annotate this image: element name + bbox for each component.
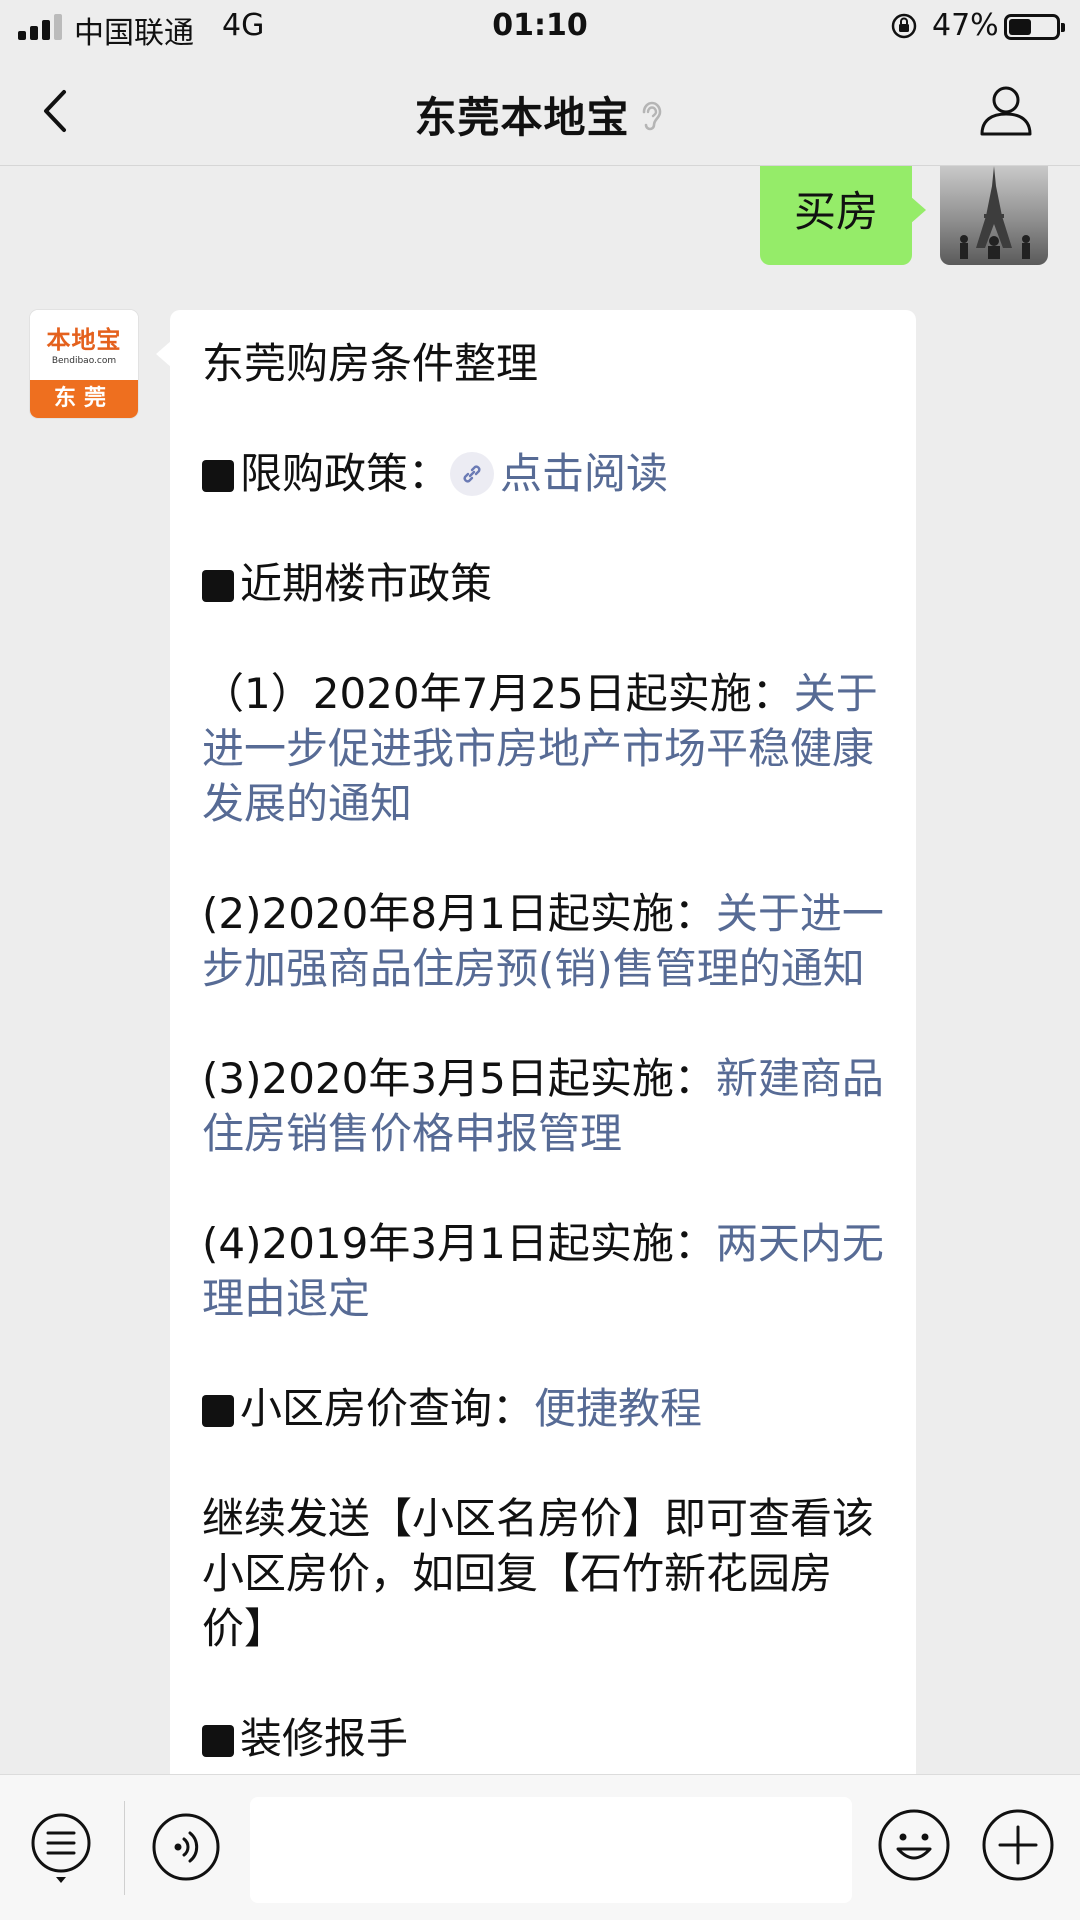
chat-title-text: 东莞本地宝 (414, 93, 630, 142)
black-square-bullet-icon (202, 1725, 234, 1757)
orientation-lock-icon (891, 13, 917, 39)
purchase-policy-label: 限购政策： (240, 449, 451, 498)
bendibao-logo: 本地宝 Bendibao.com (30, 310, 138, 380)
battery-percentage: 47% (932, 8, 999, 43)
policy-item-prefix: (3)2020年3月5日起实施： (202, 1054, 716, 1103)
policy-item: （1）2020年7月25日起实施：关于进一步促进我市房地产市场平稳健康发展的通知 (202, 666, 884, 831)
price-query-link[interactable]: 便捷教程 (534, 1384, 702, 1433)
policy-item: (4)2019年3月1日起实施：两天内无理由退定 (202, 1216, 884, 1326)
recent-policy-heading: 近期楼市政策 (202, 556, 884, 611)
chat-title: 东莞本地宝 (0, 84, 1080, 145)
recent-policy-heading-text: 近期楼市政策 (240, 559, 493, 608)
voice-icon[interactable] (150, 1811, 222, 1883)
logo-brand-name: 本地宝 (46, 326, 122, 354)
chat-area[interactable]: 买房 本地宝 Bendibao.com 东莞 东莞购房条件整理 限购政策： 点击阅… (0, 166, 1080, 1774)
policy-item-prefix: （1）2020年7月25日起实施： (202, 669, 794, 718)
policy-item-prefix: (4)2019年3月1日起实施： (202, 1219, 716, 1268)
ear-icon (642, 101, 661, 131)
policy-item-prefix: (2)2020年8月1日起实施： (202, 889, 716, 938)
black-square-bullet-icon (202, 570, 234, 602)
emoji-icon[interactable] (876, 1807, 952, 1883)
input-bar-divider (124, 1801, 125, 1895)
policy-item: (2)2020年8月1日起实施：关于进一步加强商品住房预(销)售管理的通知 (202, 886, 884, 996)
message-title: 东莞购房条件整理 (202, 339, 539, 388)
profile-icon[interactable] (978, 82, 1034, 138)
bot-message-bubble[interactable]: 东莞购房条件整理 限购政策： 点击阅读 近期楼市政策 （1）2020年7月25日起… (156, 310, 916, 1774)
instruction-text: 继续发送【小区名房价】即可查看该小区房价，如回复【石竹新花园房价】 (202, 1494, 875, 1653)
logo-domain: Bendibao.com (51, 356, 117, 366)
purchase-policy-link[interactable]: 点击阅读 (500, 449, 668, 498)
black-square-bullet-icon (202, 1395, 234, 1427)
logo-city: 东莞 (30, 380, 138, 418)
people-silhouette-icon (960, 235, 1030, 259)
partial-heading-line: 装修报手 (202, 1711, 884, 1766)
status-bar: 中国联通 4G 01:10 47% (0, 0, 1080, 54)
black-square-bullet-icon (202, 460, 234, 492)
price-query-line: 小区房价查询：便捷教程 (202, 1381, 884, 1436)
bot-avatar[interactable]: 本地宝 Bendibao.com 东莞 (30, 310, 138, 418)
purchase-policy-line: 限购政策： 点击阅读 (202, 446, 884, 501)
menu-icon[interactable] (28, 1811, 94, 1887)
battery-icon (1004, 14, 1065, 40)
link-icon (450, 452, 495, 496)
battery-level (1009, 19, 1031, 35)
price-query-label: 小区房价查询： (240, 1384, 535, 1433)
clock: 01:10 (492, 8, 588, 43)
policy-item: (3)2020年3月5日起实施：新建商品住房销售价格申报管理 (202, 1051, 884, 1161)
input-bar (0, 1774, 1080, 1920)
user-avatar[interactable] (940, 166, 1048, 265)
user-message-bubble[interactable]: 买房 (759, 166, 927, 265)
nav-bar: 东莞本地宝 (0, 54, 1080, 166)
partial-heading-text: 装修报手 (240, 1714, 409, 1763)
message-input[interactable] (250, 1797, 852, 1903)
plus-icon[interactable] (980, 1807, 1056, 1883)
